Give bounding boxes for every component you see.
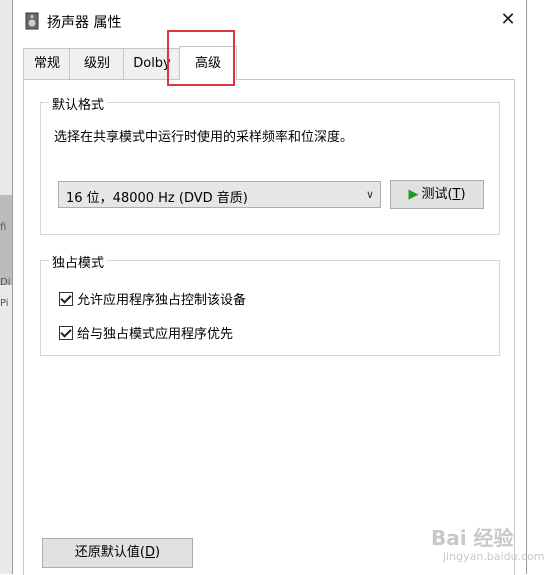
allow-exclusive-control-label: 允许应用程序独占控制该设备 bbox=[77, 293, 247, 308]
test-button[interactable]: ▶ 测试(T) bbox=[390, 180, 484, 209]
tab-general[interactable]: 常规 bbox=[23, 48, 71, 79]
background-window-dark-area bbox=[0, 195, 12, 285]
tab-label: 常规 bbox=[33, 56, 60, 71]
exclusive-mode-label: 独占模式 bbox=[49, 252, 108, 271]
test-button-label: 测试( bbox=[421, 187, 453, 202]
background-text-fragment: fi bbox=[0, 222, 7, 233]
close-button[interactable]: ✕ bbox=[490, 4, 526, 36]
chevron-down-icon: ∨ bbox=[365, 188, 374, 201]
restore-defaults-button[interactable]: 还原默认值(D) bbox=[42, 538, 193, 568]
baidu-watermark-url: jingyan.baidu.com bbox=[443, 550, 545, 563]
advanced-tab-highlight-box bbox=[167, 30, 235, 86]
allow-exclusive-control-checkbox[interactable] bbox=[59, 292, 73, 306]
tab-label: 级别 bbox=[83, 56, 110, 71]
sample-format-dropdown[interactable]: 16 位，48000 Hz (DVD 音质) ∨ bbox=[58, 181, 381, 208]
tab-levels[interactable]: 级别 bbox=[69, 48, 125, 79]
close-icon: ✕ bbox=[500, 9, 516, 30]
tab-label: Dolby bbox=[133, 56, 171, 71]
baidu-watermark-logo: Bai 经验 bbox=[431, 526, 514, 550]
restore-defaults-suffix: ) bbox=[155, 545, 161, 560]
default-format-group: 默认格式 bbox=[40, 94, 500, 235]
exclusive-priority-label: 给与独占模式应用程序优先 bbox=[77, 327, 234, 342]
speaker-properties-dialog: 扬声器 属性 ✕ 常规 级别 Dolby 高级 默认格式 选择在共享模式中运行时… bbox=[12, 0, 545, 575]
speaker-icon bbox=[25, 12, 39, 30]
title-bar[interactable]: 扬声器 属性 ✕ bbox=[13, 0, 526, 42]
restore-defaults-label: 还原默认值( bbox=[74, 545, 145, 560]
restore-defaults-accesskey: D bbox=[144, 545, 155, 560]
exclusive-priority-checkbox[interactable] bbox=[59, 326, 73, 340]
background-text-fragment: Di bbox=[0, 277, 11, 288]
test-button-suffix: ) bbox=[460, 187, 466, 202]
default-format-description: 选择在共享模式中运行时使用的采样频率和位深度。 bbox=[54, 130, 354, 145]
exclusive-priority-option[interactable]: 给与独占模式应用程序优先 bbox=[59, 323, 233, 342]
window-title: 扬声器 属性 bbox=[47, 15, 122, 31]
play-icon: ▶ bbox=[408, 187, 419, 202]
default-format-label: 默认格式 bbox=[49, 94, 108, 113]
allow-exclusive-control-option[interactable]: 允许应用程序独占控制该设备 bbox=[59, 289, 246, 308]
selected-format-value: 16 位，48000 Hz (DVD 音质) bbox=[66, 191, 248, 206]
background-text-fragment: Pi bbox=[0, 298, 9, 309]
tab-strip: 常规 级别 Dolby 高级 bbox=[13, 46, 526, 80]
